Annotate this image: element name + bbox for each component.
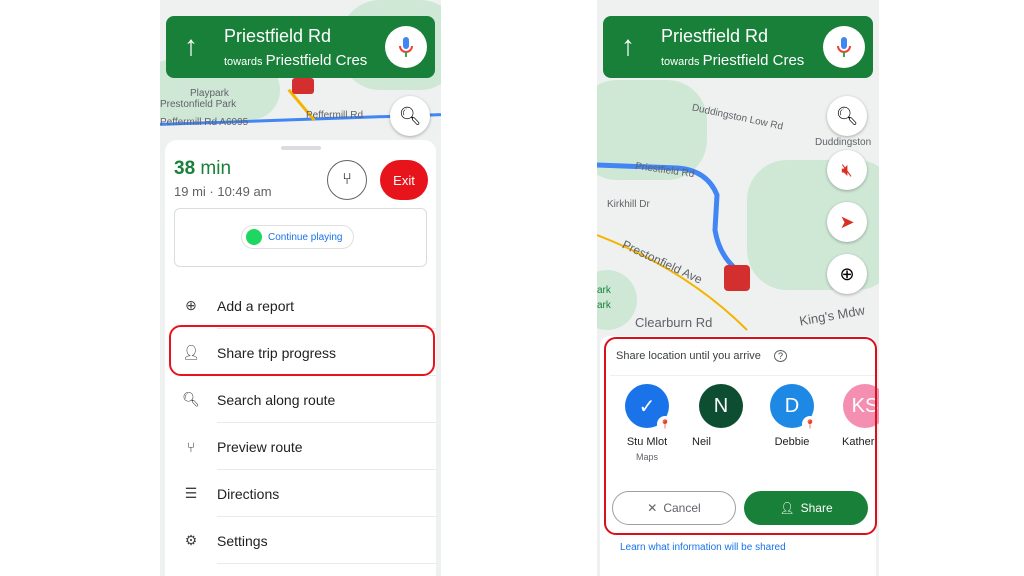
towards-street: Priestfield Cres [265,52,368,69]
media-card: Continue playing [174,208,427,267]
voice-button[interactable] [823,26,865,68]
menu-label: Search along route [217,391,336,408]
highlight-share-trip [169,325,435,376]
map-label: Clearburn Rd [635,315,713,330]
menu-item-settings[interactable]: ⚙ Settings [165,517,436,564]
add-report-icon: ⊕ [839,263,855,284]
directions-list-icon: ☰ [184,485,198,501]
search-icon: 🔍︎ [182,391,200,407]
highlight-share-panel [604,337,877,535]
menu-item-add-report[interactable]: ⊕ Add a report [165,282,436,329]
microphone-icon [399,37,413,57]
compass-icon: ➤ [839,211,855,232]
phone-navigation-menu: Playpark Prestonfield Park Peffermill Rd… [160,0,441,576]
menu-item-directions[interactable]: ☰ Directions [165,470,436,517]
continue-playing-label: Continue playing [268,231,343,243]
menu-label: Settings [217,532,268,549]
spotify-icon [246,229,262,245]
towards-street: Priestfield Cres [702,52,805,69]
drag-handle[interactable] [280,146,321,150]
search-icon: 🔍︎ [835,105,859,126]
eta-time: 38 min [174,158,232,179]
compass-button[interactable]: ➤ [827,202,867,242]
add-report-icon: ⊕ [185,297,197,313]
navigation-banner[interactable]: ↑ Priestfield Rd towards Priestfield Cre… [603,16,873,78]
map-label: Peffermill Rd A6095 [160,117,249,128]
straight-arrow-icon: ↑ [621,30,635,61]
menu-label: Directions [217,485,280,502]
car-marker [292,78,314,94]
menu-item-search-along-route[interactable]: 🔍︎ Search along route [165,376,436,423]
exit-button[interactable]: Exit [380,160,428,200]
mute-button[interactable]: 🔇︎ [827,150,867,190]
map-label: Peffermill Rd [306,110,364,121]
map-label: Prestonfield Park [160,99,237,110]
route-fork-icon: ⑂ [342,171,352,188]
eta-detail: 19 mi · 10:49 am [174,184,272,199]
continue-playing-button[interactable]: Continue playing [241,225,354,249]
voice-button[interactable] [385,26,427,68]
sound-off-icon: 🔇︎ [841,159,853,180]
gear-icon: ⚙ [184,532,198,548]
navigation-banner[interactable]: ↑ Priestfield Rd towards Priestfield Cre… [166,16,435,78]
search-icon: 🔍︎ [398,105,422,126]
towards-prefix: towards [224,56,263,68]
map-label: Kirkhill Dr [607,199,650,210]
search-button[interactable]: 🔍︎ [827,96,867,136]
learn-more-link[interactable]: Learn what information will be shared [620,542,786,553]
preview-route-icon: ⑂ [186,438,196,455]
menu-label: Add a report [217,297,295,314]
straight-arrow-icon: ↑ [184,30,198,61]
menu-item-preview-route[interactable]: ⑂ Preview route [165,423,436,470]
map-label: ark [597,300,611,311]
car-marker [724,265,750,291]
alternate-routes-button[interactable]: ⑂ [327,160,367,200]
map-label: ark [597,285,611,296]
add-report-button[interactable]: ⊕ [827,254,867,294]
menu-label: Preview route [217,438,303,455]
street-name: Priestfield Rd [661,26,769,46]
towards-prefix: towards [661,56,700,68]
search-button[interactable]: 🔍︎ [390,96,430,136]
map-label: Playpark [190,88,229,99]
microphone-icon [837,37,851,57]
map-label: Duddingston [815,137,872,148]
street-name: Priestfield Rd [224,26,332,46]
